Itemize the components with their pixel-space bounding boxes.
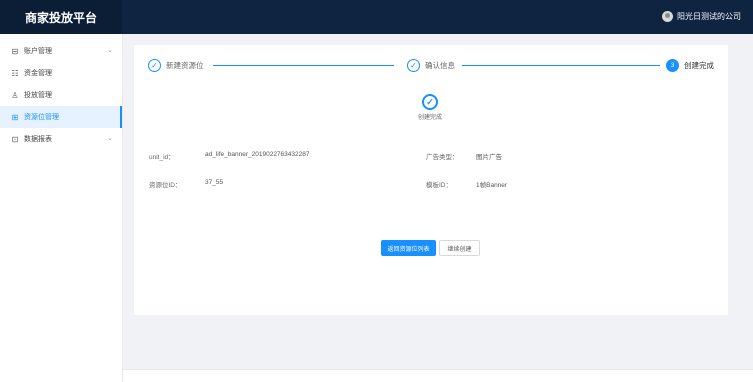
field-value: ad_life_banner_2019022763432287 [205,151,310,158]
field-label: 模板ID： [426,182,452,189]
sidebar-item-label: 资源位管理 [24,114,59,121]
back-to-list-button[interactable]: 返回资源位列表 [381,240,436,256]
top-header: 商家投放平台 阳光日测试的公司 [0,0,753,34]
step-label: 新建资源位 [166,61,204,70]
sidebar-item-delivery[interactable]: ♙ 投放管理 [0,84,122,106]
sidebar-item-label: 投放管理 [24,92,52,99]
sidebar-item-funds[interactable]: ☷ 资金管理 [0,62,122,84]
template-id-field: 模板ID： 1帧Banner [426,179,507,189]
field-value: 1帧Banner [476,182,508,189]
sidebar-item-label: 数据报表 [24,136,52,143]
delivery-icon: ♙ [11,90,19,100]
step-connector [462,65,660,66]
user-menu[interactable]: 阳光日测试的公司 [662,11,741,22]
check-icon: ✓ [148,59,161,72]
sidebar-item-label: 账户管理 [24,48,52,55]
funds-icon: ☷ [11,68,19,78]
grid-icon: ⊞ [11,112,19,122]
account-icon: ⊟ [11,46,19,56]
resource-id-field: 资源位ID： 37_55 [149,179,223,189]
success-check-icon: ✓ [422,94,438,110]
continue-create-button[interactable]: 继续创建 [439,240,480,256]
sidebar-item-account[interactable]: ⊟ 账户管理 ⌄ [0,40,122,62]
app-title: 商家投放平台 [0,0,122,34]
step-1: ✓ 新建资源位 [148,59,204,72]
company-name: 阳光日测试的公司 [677,12,741,21]
sidebar-item-label: 资金管理 [24,70,52,77]
field-label: unit_id： [149,154,175,161]
step-connector [213,65,394,66]
result-text: 创建完成 [417,115,442,121]
sidebar: ⊟ 账户管理 ⌄ ☷ 资金管理 ♙ 投放管理 ⊞ 资源位管理 ⊡ 数据报表 ⌄ [0,34,123,382]
step-label: 确认信息 [425,61,455,70]
chevron-down-icon: ⌄ [107,47,113,54]
sidebar-item-resource[interactable]: ⊞ 资源位管理 [0,106,122,128]
step-3: 3 创建完成 [666,59,714,72]
sidebar-item-reports[interactable]: ⊡ 数据报表 ⌄ [0,128,122,150]
step-2: ✓ 确认信息 [407,59,455,72]
unit-id-field: unit_id： ad_life_banner_2019022763432287 [149,151,309,161]
result-card: ✓ 新建资源位 ✓ 确认信息 3 创建完成 ✓ 创建完成 unit_id： ad… [134,45,728,315]
field-value: 图片广告 [476,154,502,161]
field-label: 资源位ID： [149,182,182,189]
check-icon: ✓ [407,59,420,72]
main-content: ✓ 新建资源位 ✓ 确认信息 3 创建完成 ✓ 创建完成 unit_id： ad… [123,34,753,382]
avatar [662,11,673,22]
step-label: 创建完成 [684,61,714,70]
footer-bar [123,369,753,382]
ad-type-field: 广告类型： 图片广告 [426,151,502,161]
report-icon: ⊡ [11,134,19,144]
field-value: 37_55 [205,179,224,186]
chevron-down-icon: ⌄ [107,135,113,142]
step-number-badge: 3 [666,59,679,72]
field-label: 广告类型： [426,154,459,161]
